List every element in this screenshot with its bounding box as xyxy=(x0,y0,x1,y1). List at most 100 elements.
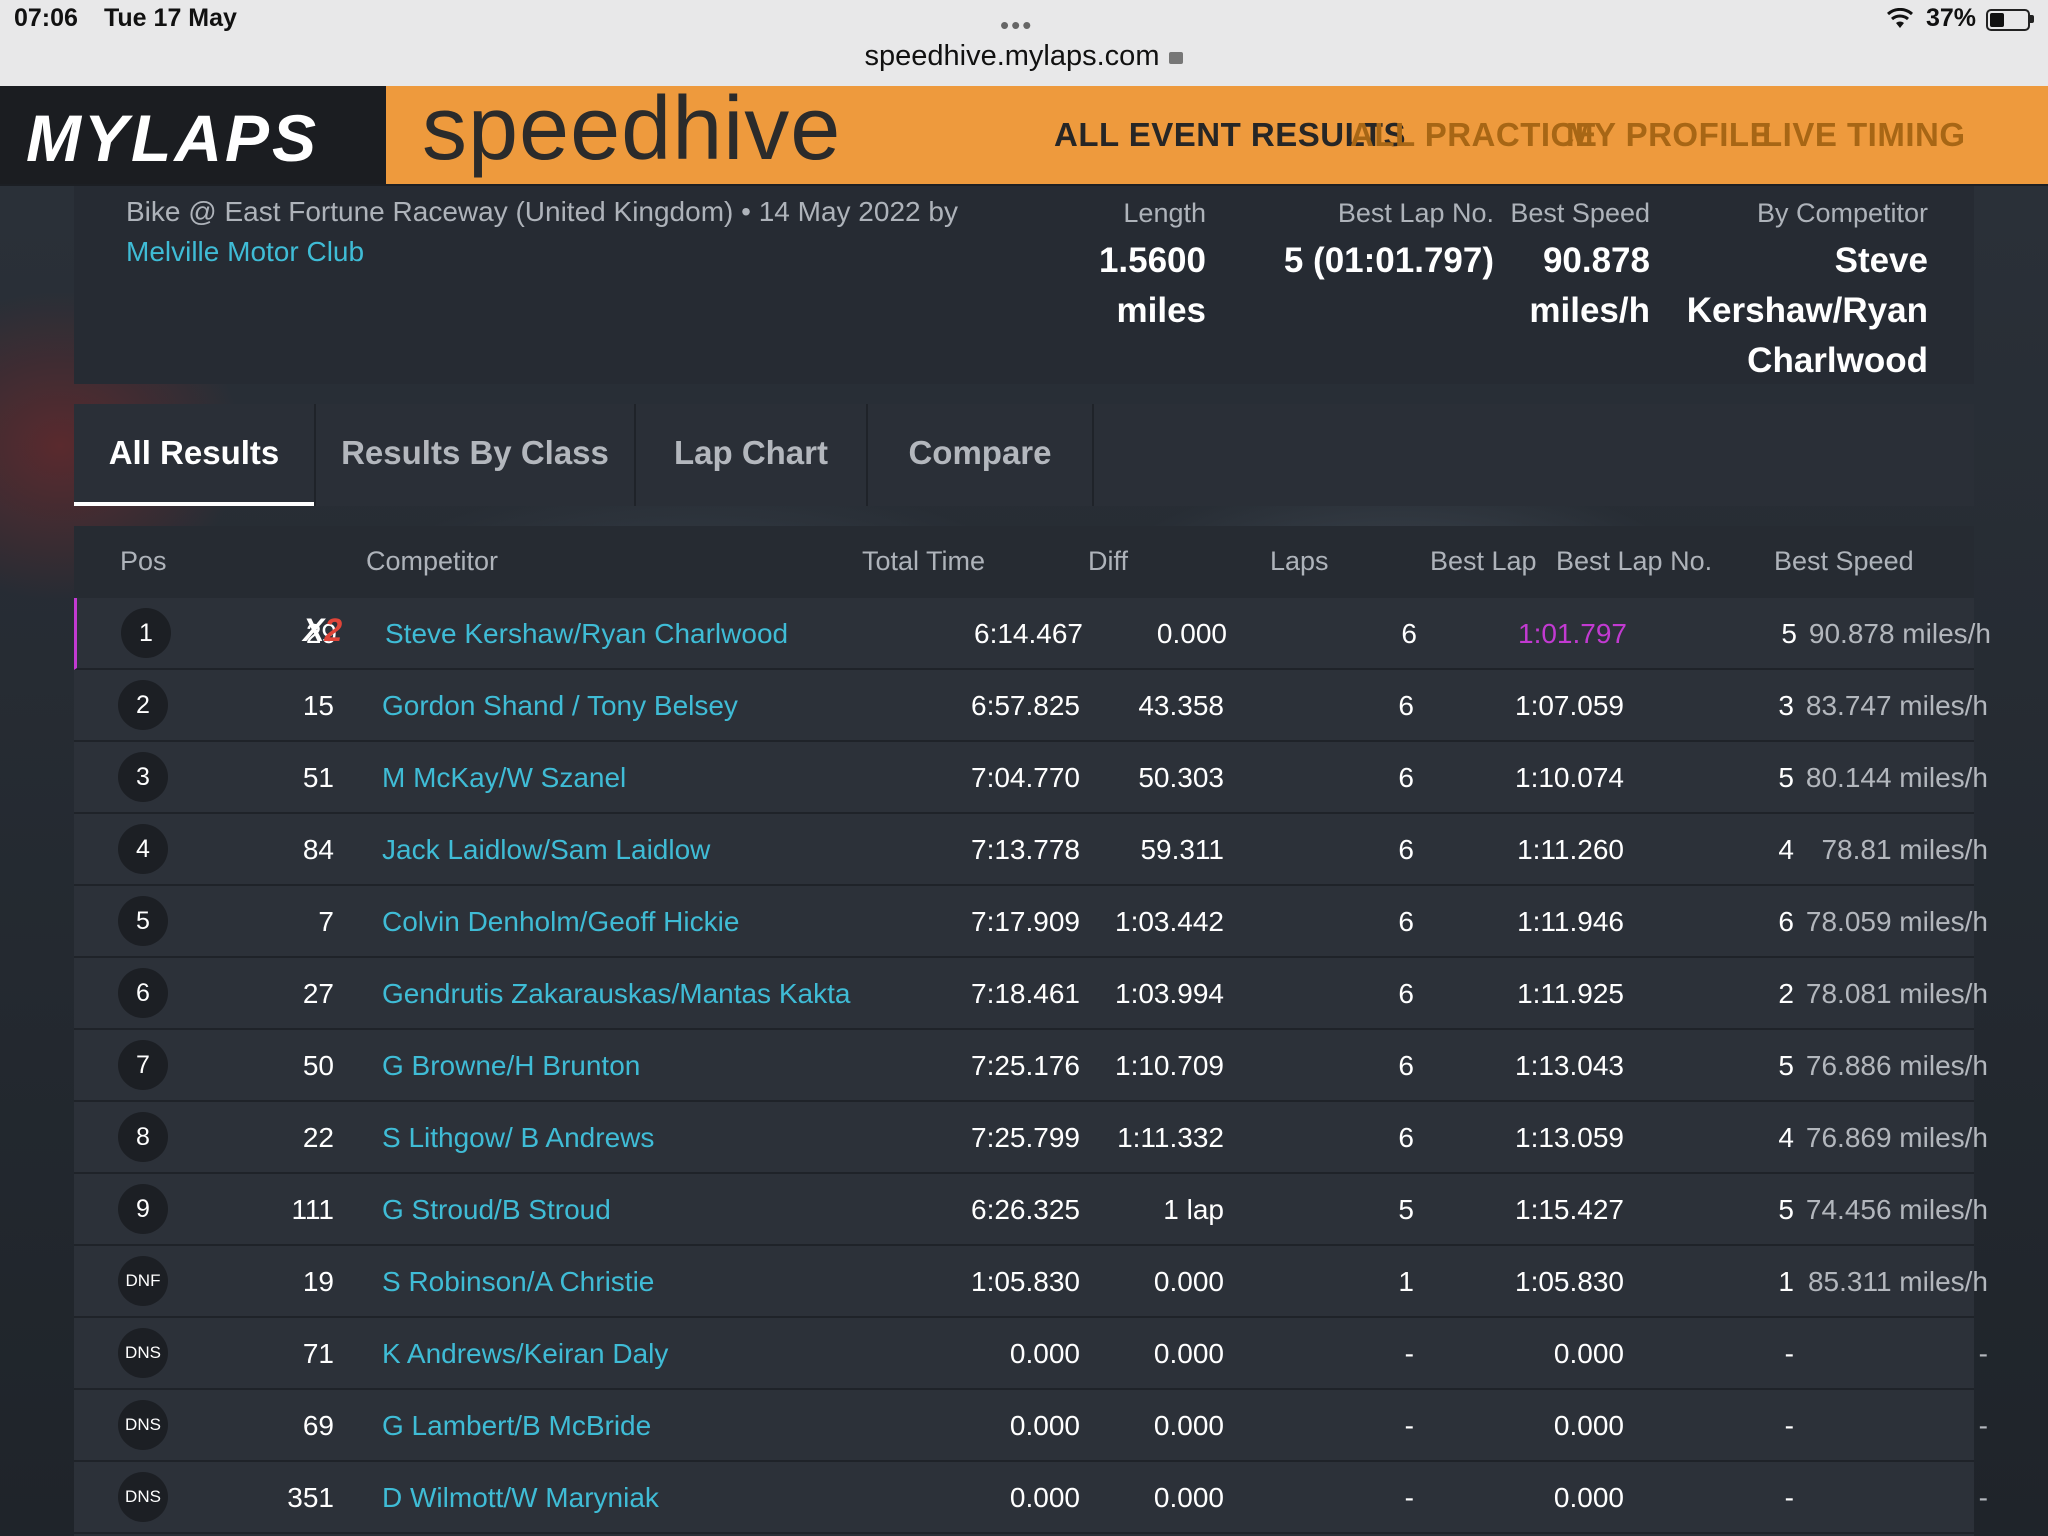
col-best-speed[interactable]: Best Speed xyxy=(1774,546,1914,577)
best-speed: - xyxy=(1978,1338,1988,1369)
more-dots-icon[interactable]: ••• xyxy=(1000,10,1033,41)
position-badge: 6 xyxy=(118,968,168,1018)
event-info-panel: Bike @ East Fortune Raceway (United King… xyxy=(74,186,1974,384)
competitor-number: 51 xyxy=(302,762,334,793)
mylaps-logo[interactable]: MYLAPS xyxy=(0,86,386,184)
competitor-name-link[interactable]: Gordon Shand / Tony Belsey xyxy=(382,690,738,722)
best-lap: 1:11.260 xyxy=(1517,834,1624,865)
col-laps[interactable]: Laps xyxy=(1270,546,1329,577)
url-text: speedhive.mylaps.com xyxy=(864,40,1160,72)
competitor-name-link[interactable]: Gendrutis Zakarauskas/Mantas Kakta xyxy=(382,978,850,1010)
tab-lap-chart[interactable]: Lap Chart xyxy=(636,404,868,506)
best-lap: 0.000 xyxy=(1553,1482,1624,1513)
table-row[interactable]: DNS 69 G Lambert/B McBride 0.000 0.000 - 0.000… xyxy=(74,1390,1988,1462)
position-badge: DNF xyxy=(118,1256,168,1306)
table-row[interactable]: DNS 71 K Andrews/Keiran Daly 0.000 0.000 - 0.0… xyxy=(74,1318,1988,1390)
best-lap: 1:13.043 xyxy=(1515,1050,1624,1081)
competitor-name-link[interactable]: Jack Laidlow/Sam Laidlow xyxy=(382,834,710,866)
competitor-number: 351 xyxy=(287,1482,334,1513)
total-time: 7:18.461 xyxy=(971,978,1080,1009)
diff: 0.000 xyxy=(1153,1482,1224,1513)
active-tab-indicator xyxy=(74,502,314,506)
speedhive-brand[interactable]: speedhive xyxy=(422,78,841,181)
competitor-name-link[interactable]: D Wilmott/W Maryniak xyxy=(382,1482,659,1514)
col-best-lap[interactable]: Best Lap xyxy=(1430,546,1537,577)
x2-digit: 2 xyxy=(324,612,343,648)
diff: 1 lap xyxy=(1163,1194,1224,1225)
competitor-number: 15 xyxy=(302,690,334,721)
col-pos[interactable]: Pos xyxy=(120,546,167,577)
browser-status-bar: 07:06 Tue 17 May ••• speedhive.mylaps.co… xyxy=(0,0,2048,86)
x2-letter: X xyxy=(303,612,325,648)
tab-label: Compare xyxy=(908,434,1052,471)
total-time: 6:57.825 xyxy=(971,690,1080,721)
table-row[interactable]: 6 27 Gendrutis Zakarauskas/Mantas Kakta 7:1… xyxy=(74,958,1988,1030)
total-time: 7:13.778 xyxy=(971,834,1080,865)
length-unit: miles xyxy=(1116,291,1207,330)
nav-live-timing[interactable]: LIVE TIMING xyxy=(1762,116,1966,154)
best-speed: 83.747 miles/h xyxy=(1805,690,1988,721)
col-diff[interactable]: Diff xyxy=(1088,546,1128,577)
best-lap: 1:15.427 xyxy=(1515,1194,1624,1225)
competitor-number: 7 xyxy=(318,906,334,937)
battery-tip xyxy=(2030,15,2034,23)
lock-icon xyxy=(1169,52,1184,64)
competitor-name-link[interactable]: S Lithgow/ B Andrews xyxy=(382,1122,654,1154)
best-speed: - xyxy=(1978,1482,1988,1513)
position-badge: 3 xyxy=(118,752,168,802)
table-row[interactable]: 8 22 S Lithgow/ B Andrews 7:25.799 1:11.332 6… xyxy=(74,1102,1988,1174)
table-row[interactable]: 2 15 Gordon Shand / Tony Belsey 6:57.825 43.… xyxy=(74,670,1988,742)
best-speed: 76.886 miles/h xyxy=(1805,1050,1988,1081)
table-row[interactable]: 5 7 Colvin Denholm/Geoff Hickie 7:17.909 1:0… xyxy=(74,886,1988,958)
table-row[interactable]: 4 84 Jack Laidlow/Sam Laidlow 7:13.778 59.31… xyxy=(74,814,1988,886)
address-bar[interactable]: speedhive.mylaps.com xyxy=(0,40,2048,73)
tab-all-results[interactable]: All Results xyxy=(74,404,316,506)
best-speed: 76.869 miles/h xyxy=(1805,1122,1988,1153)
length-number: 1.5600 xyxy=(1098,241,1206,280)
best-speed: 85.311 miles/h xyxy=(1807,1266,1988,1297)
battery-icon xyxy=(1986,9,2030,31)
competitor-name-link[interactable]: M McKay/W Szanel xyxy=(382,762,626,794)
by-competitor-value: Steve Kershaw/Ryan Charlwood xyxy=(1674,236,1928,386)
laps: 6 xyxy=(1398,906,1414,937)
competitor-name-link[interactable]: Colvin Denholm/Geoff Hickie xyxy=(382,906,739,938)
table-row[interactable]: 3 51 M McKay/W Szanel 7:04.770 50.303 6 1:10.0… xyxy=(74,742,1988,814)
competitor-name-link[interactable]: G Browne/H Brunton xyxy=(382,1050,640,1082)
length-label: Length xyxy=(1123,198,1206,228)
position-badge: DNS xyxy=(118,1472,168,1522)
position-badge: DNS xyxy=(118,1328,168,1378)
tab-results-by-class[interactable]: Results By Class xyxy=(316,404,636,506)
best-speed: - xyxy=(1978,1410,1988,1441)
table-row[interactable]: DNS 351 D Wilmott/W Maryniak 0.000 0.000 - 0.0… xyxy=(74,1462,1988,1534)
best-speed-label: Best Speed xyxy=(1510,198,1650,228)
competitor-name-link[interactable]: Steve Kershaw/Ryan Charlwood xyxy=(385,618,788,650)
col-competitor[interactable]: Competitor xyxy=(366,546,498,577)
nav-all-practice[interactable]: ALL PRACTICE xyxy=(1350,116,1597,154)
competitor-name-link[interactable]: S Robinson/A Christie xyxy=(382,1266,654,1298)
results-tabs: All Results Results By Class Lap Chart C… xyxy=(74,404,1974,506)
diff: 59.311 xyxy=(1140,834,1224,865)
best-speed: 74.456 miles/h xyxy=(1805,1194,1988,1225)
position-badge: 9 xyxy=(118,1184,168,1234)
table-row[interactable]: 7 50 G Browne/H Brunton 7:25.176 1:10.709 6 1:… xyxy=(74,1030,1988,1102)
competitor-name-link[interactable]: G Stroud/B Stroud xyxy=(382,1194,611,1226)
total-time: 1:05.830 xyxy=(971,1266,1080,1297)
logo-text: MYLAPS xyxy=(26,101,320,175)
col-best-lap-no[interactable]: Best Lap No. xyxy=(1556,546,1712,577)
table-row[interactable]: DNF 19 S Robinson/A Christie 1:05.830 0.000 1… xyxy=(74,1246,1988,1318)
tab-compare[interactable]: Compare xyxy=(868,404,1094,506)
col-total-time[interactable]: Total Time xyxy=(862,546,985,577)
competitor-number: 71 xyxy=(302,1338,334,1369)
laps: 6 xyxy=(1398,762,1414,793)
best-lap: 1:13.059 xyxy=(1515,1122,1624,1153)
nav-my-profile[interactable]: MY PROFILE xyxy=(1566,116,1772,154)
tab-label: Lap Chart xyxy=(673,434,828,471)
table-row[interactable]: 1 29 Steve Kershaw/Ryan Charlwood 6:14.467 0… xyxy=(74,598,1991,670)
table-row[interactable]: 9 111 G Stroud/B Stroud 6:26.325 1 lap 5 1:15.… xyxy=(74,1174,1988,1246)
best-lap: 1:11.925 xyxy=(1517,978,1624,1009)
diff: 0.000 xyxy=(1153,1338,1224,1369)
competitor-name-link[interactable]: G Lambert/B McBride xyxy=(382,1410,651,1442)
club-link[interactable]: Melville Motor Club xyxy=(126,236,364,268)
competitor-name-link[interactable]: K Andrews/Keiran Daly xyxy=(382,1338,668,1370)
tab-label: Results By Class xyxy=(341,434,609,471)
